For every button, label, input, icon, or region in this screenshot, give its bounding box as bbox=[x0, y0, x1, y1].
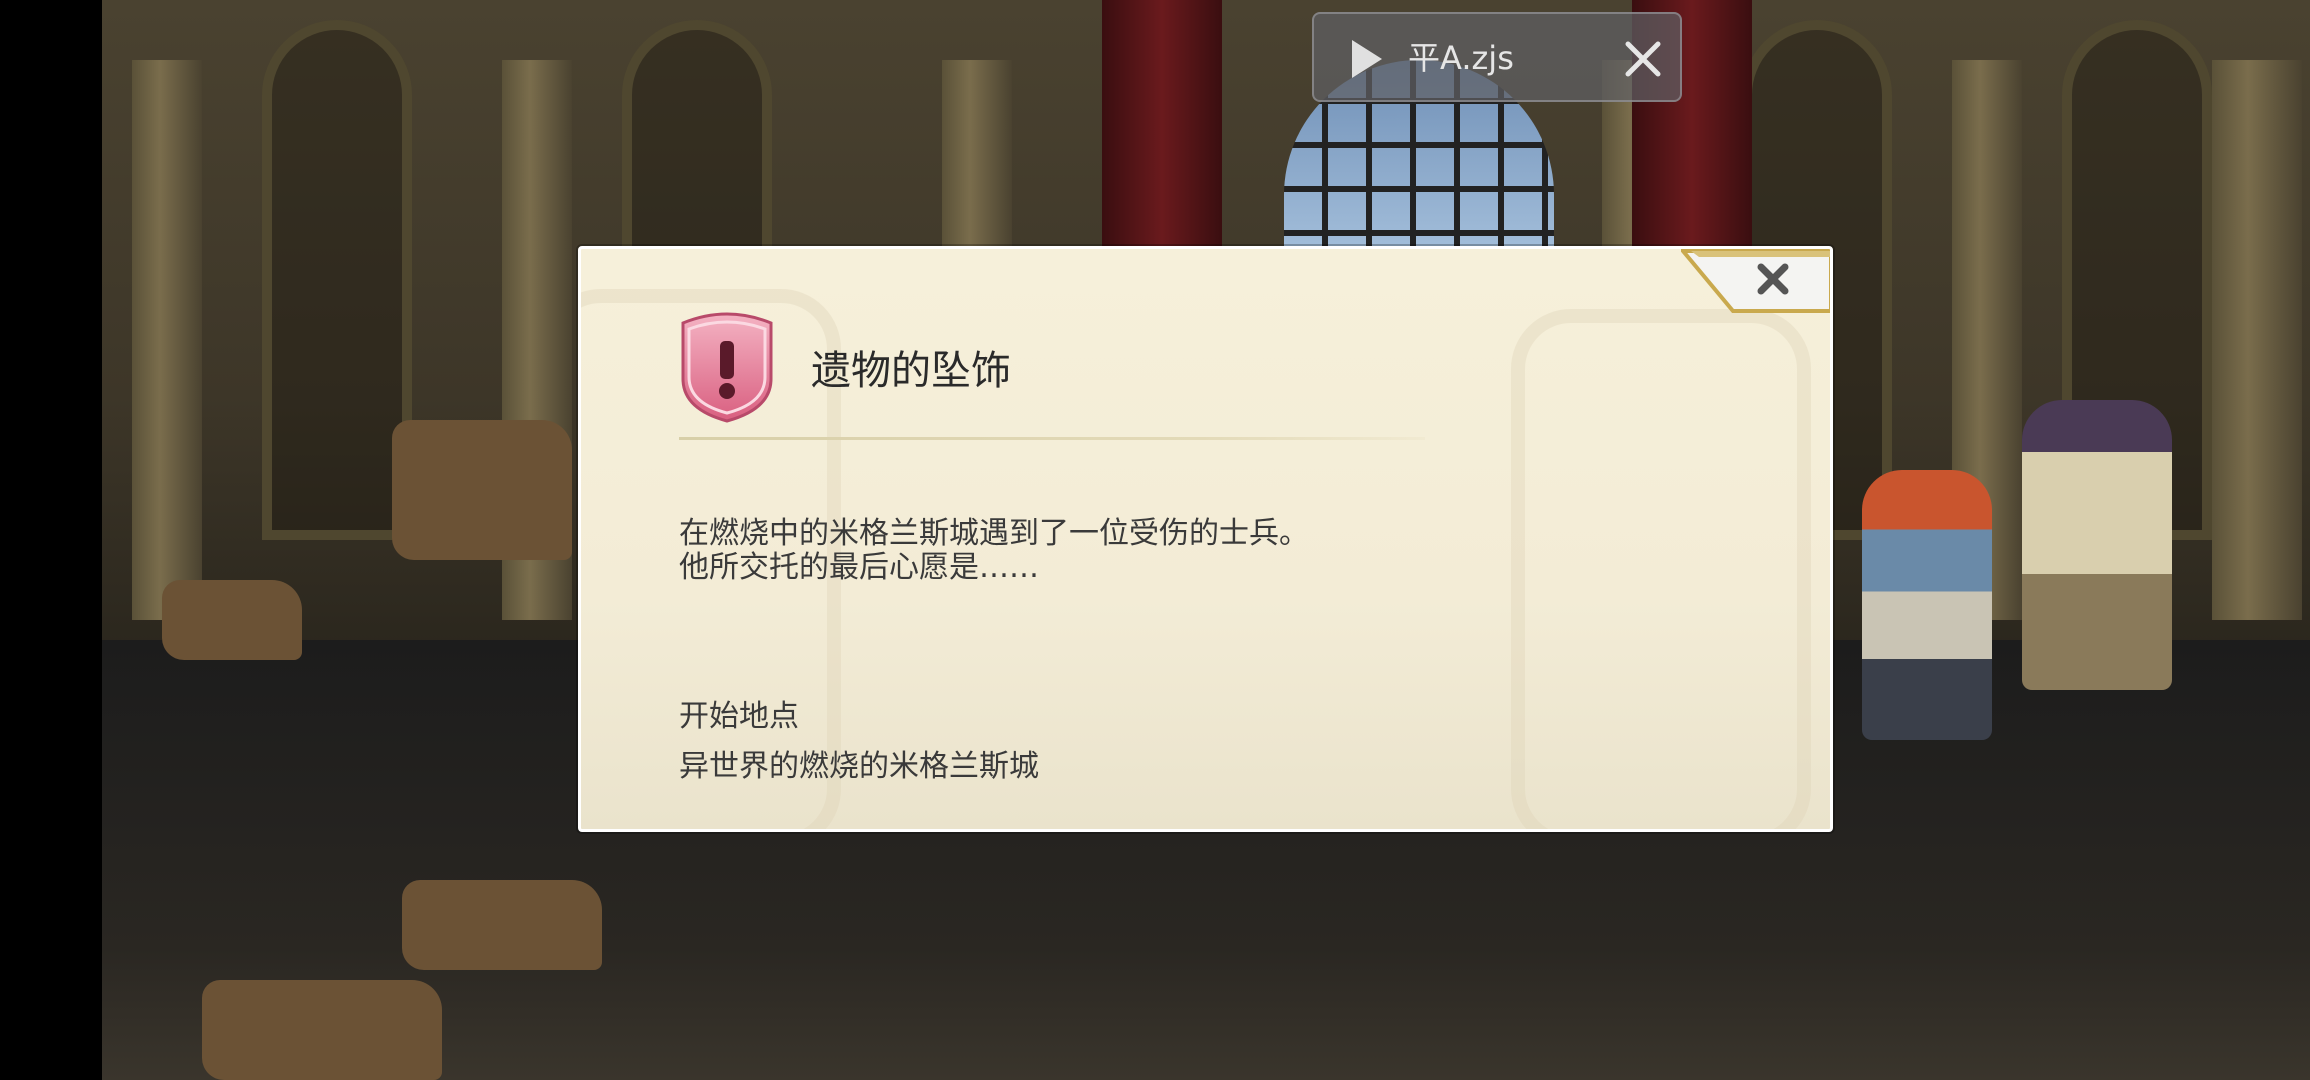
rubble bbox=[392, 420, 572, 560]
description-line: 在燃烧中的米格兰斯城遇到了一位受伤的士兵。 bbox=[679, 516, 1309, 551]
quest-info-dialog: 遗物的坠饰 在燃烧中的米格兰斯城遇到了一位受伤的士兵。 他所交托的最后心愿是……… bbox=[578, 246, 1833, 832]
dialog-close-button[interactable] bbox=[1678, 249, 1830, 315]
start-location-label: 开始地点 bbox=[679, 699, 799, 734]
title-divider bbox=[679, 437, 1425, 440]
stone-column bbox=[2212, 60, 2302, 620]
player-character bbox=[1862, 470, 1992, 740]
close-icon[interactable] bbox=[1620, 36, 1666, 82]
quest-description: 在燃烧中的米格兰斯城遇到了一位受伤的士兵。 他所交托的最后心愿是…… bbox=[679, 517, 1309, 585]
rubble bbox=[402, 880, 602, 970]
stone-column bbox=[132, 60, 202, 620]
start-location-value: 异世界的燃烧的米格兰斯城 bbox=[679, 749, 1039, 784]
left-letterbox bbox=[0, 0, 102, 1080]
script-name: 平A.zjs bbox=[1408, 39, 1514, 77]
close-icon bbox=[1678, 249, 1830, 313]
wall-arch bbox=[262, 20, 412, 540]
red-curtain bbox=[1102, 0, 1222, 250]
description-line: 他所交托的最后心愿是…… bbox=[679, 550, 1039, 585]
play-icon[interactable] bbox=[1340, 34, 1390, 84]
knight-character bbox=[2022, 400, 2172, 690]
dialog-title: 遗物的坠饰 bbox=[811, 348, 1011, 394]
dialog-ornament bbox=[1511, 309, 1811, 829]
script-overlay-bar: 平A.zjs bbox=[1312, 12, 1682, 102]
rubble bbox=[202, 980, 442, 1080]
rubble bbox=[162, 580, 302, 660]
quest-alert-icon bbox=[675, 309, 779, 425]
